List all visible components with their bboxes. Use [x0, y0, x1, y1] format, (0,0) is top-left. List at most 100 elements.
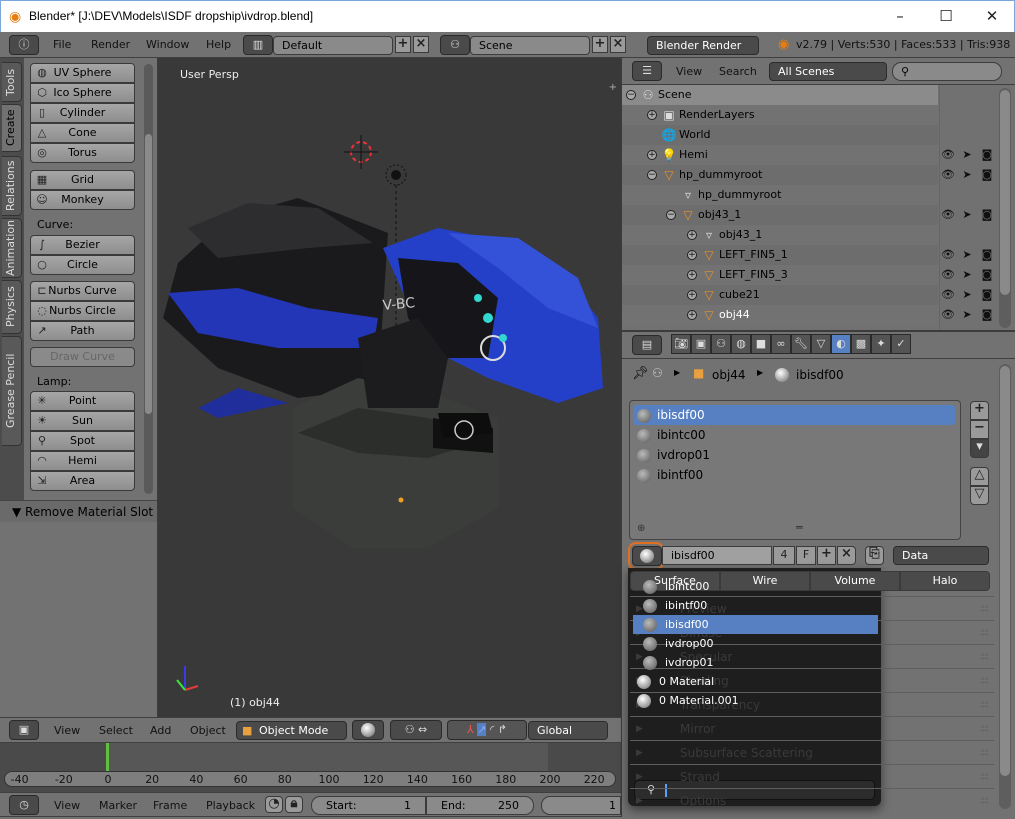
- menu-marker[interactable]: Marker: [99, 793, 137, 819]
- operator-panel-header[interactable]: ▼ Remove Material Slot: [0, 500, 157, 522]
- tab-render-layers[interactable]: ▣: [691, 334, 711, 354]
- drag-grip-icon[interactable]: ::::: [980, 645, 989, 669]
- grid-button[interactable]: ▦ Grid: [30, 170, 135, 190]
- tab-tools[interactable]: Tools: [2, 62, 22, 102]
- browse-material-button[interactable]: [632, 546, 662, 566]
- select-arrow-icon[interactable]: ➤: [960, 308, 974, 322]
- popup-material-item[interactable]: 0 Material: [633, 672, 878, 691]
- tab-modifiers[interactable]: 🔧︎: [791, 334, 811, 354]
- area-button[interactable]: ⇲ Area: [30, 471, 135, 491]
- material-link-dropdown[interactable]: Data: [893, 546, 989, 565]
- render-camera-icon[interactable]: ◙: [980, 288, 994, 302]
- ico-sphere-button[interactable]: ⬡ Ico Sphere: [30, 83, 135, 103]
- popup-material-item[interactable]: ibintf00: [633, 596, 878, 615]
- expand-icon[interactable]: +: [687, 230, 697, 240]
- menu-object[interactable]: Object: [190, 718, 226, 744]
- menu-file[interactable]: File: [53, 32, 71, 58]
- render-camera-icon[interactable]: ◙: [980, 248, 994, 262]
- add-screen-button[interactable]: +: [395, 36, 411, 53]
- circle-button[interactable]: ○ Circle: [30, 255, 135, 275]
- spot-button[interactable]: ⚲ Spot: [30, 431, 135, 451]
- outliner-search-input[interactable]: ⚲: [892, 62, 1002, 81]
- monkey-button[interactable]: ☺ Monkey: [30, 190, 135, 210]
- tab-data[interactable]: ▽: [811, 334, 831, 354]
- unlink-material-button[interactable]: ×: [837, 546, 856, 565]
- panel-strand[interactable]: ▶ Strand::::: [630, 764, 994, 788]
- outliner-row-cube21[interactable]: + ▽ cube21: [622, 285, 938, 305]
- outliner-row-left-fin5-3[interactable]: + ▽ LEFT_FIN5_3: [622, 265, 938, 285]
- tab-object[interactable]: ■: [751, 334, 771, 354]
- expand-icon[interactable]: +: [647, 150, 657, 160]
- current-frame-field[interactable]: 1: [541, 796, 621, 815]
- expand-icon[interactable]: +: [647, 110, 657, 120]
- 3d-viewport[interactable]: User Persp V-BC (1) obj44 +: [158, 58, 621, 717]
- render-camera-icon[interactable]: ◙: [980, 148, 994, 162]
- menu-render[interactable]: Render: [91, 32, 130, 58]
- editor-type-3d-view-button[interactable]: ▣: [9, 720, 39, 740]
- close-button[interactable]: ✕: [969, 1, 1015, 33]
- tab-physics[interactable]: Physics: [2, 280, 22, 334]
- drag-grip-icon[interactable]: ::::: [980, 789, 989, 813]
- eye-icon[interactable]: 👁︎: [941, 248, 955, 262]
- outliner-row-world[interactable]: 🌐 World: [622, 125, 938, 145]
- scene-icon[interactable]: ⚇: [440, 35, 470, 55]
- eye-icon[interactable]: 👁︎: [941, 308, 955, 322]
- material-slot[interactable]: ivdrop01: [633, 445, 955, 465]
- menu-view[interactable]: View: [676, 59, 702, 85]
- editor-type-timeline-button[interactable]: ◷: [9, 795, 39, 815]
- uv-sphere-button[interactable]: ◍ UV Sphere: [30, 63, 135, 83]
- select-arrow-icon[interactable]: ➤: [960, 268, 974, 282]
- menu-select[interactable]: Select: [99, 718, 133, 744]
- point-button[interactable]: ✳ Point: [30, 391, 135, 411]
- drag-grip-icon[interactable]: ::::: [980, 741, 989, 765]
- tool-shelf-scrollbar[interactable]: [144, 64, 153, 494]
- move-slot-up-button[interactable]: △: [970, 467, 989, 486]
- menu-view[interactable]: View: [54, 793, 80, 819]
- panel-subsurface-scattering[interactable]: ▶ Subsurface Scattering::::: [630, 740, 994, 764]
- material-name-field[interactable]: ibisdf00: [662, 546, 772, 565]
- editor-type-properties-button[interactable]: ▤: [632, 335, 662, 355]
- add-material-slot-button[interactable]: +: [970, 401, 989, 420]
- minimize-button[interactable]: –: [877, 1, 923, 33]
- properties-scrollbar[interactable]: [999, 364, 1011, 809]
- drag-grip-icon[interactable]: ::::: [980, 765, 989, 789]
- delete-scene-button[interactable]: ×: [610, 36, 626, 53]
- pivot-point-button[interactable]: ⚇ ⇔: [390, 720, 442, 740]
- collapse-icon[interactable]: −: [626, 90, 636, 100]
- material-users-count[interactable]: 4: [773, 546, 795, 565]
- tab-scene[interactable]: ⚇: [711, 334, 731, 354]
- select-arrow-icon[interactable]: ➤: [960, 288, 974, 302]
- popup-material-item[interactable]: 0 Material.001: [633, 691, 878, 710]
- maximize-button[interactable]: ☐: [923, 1, 969, 33]
- drag-grip-icon[interactable]: ::::: [980, 669, 989, 693]
- tab-create[interactable]: Create: [2, 104, 22, 152]
- tab-animation[interactable]: Animation: [2, 218, 22, 278]
- expand-icon[interactable]: +: [687, 290, 697, 300]
- end-frame-field[interactable]: End: 250: [426, 796, 534, 815]
- expand-icon[interactable]: +: [687, 310, 697, 320]
- select-arrow-icon[interactable]: ➤: [960, 148, 974, 162]
- collapse-icon[interactable]: −: [666, 210, 676, 220]
- tab-world[interactable]: ◍: [731, 334, 751, 354]
- screen-layout-icon[interactable]: ▥: [243, 35, 273, 55]
- material-slot[interactable]: ibintc00: [633, 425, 955, 445]
- render-engine-dropdown[interactable]: Blender Render: [647, 36, 759, 55]
- select-arrow-icon[interactable]: ➤: [960, 248, 974, 262]
- outliner-row-hemi[interactable]: + 💡 Hemi: [622, 145, 938, 165]
- popup-material-item[interactable]: ibintc00: [633, 577, 878, 596]
- viewport-shading-button[interactable]: [352, 720, 384, 740]
- material-slot[interactable]: ibintf00: [633, 465, 955, 485]
- copy-material-button[interactable]: ⎘: [865, 546, 884, 565]
- select-arrow-icon[interactable]: ➤: [960, 208, 974, 222]
- drag-grip-icon[interactable]: ::::: [980, 693, 989, 717]
- menu-window[interactable]: Window: [146, 32, 189, 58]
- menu-view[interactable]: View: [54, 718, 80, 744]
- current-frame-marker[interactable]: [106, 743, 109, 771]
- popup-material-item[interactable]: ibisdf00: [633, 615, 878, 634]
- tab-constraints[interactable]: ∞: [771, 334, 791, 354]
- tab-grease-pencil[interactable]: Grease Pencil: [2, 336, 22, 446]
- menu-add[interactable]: Add: [150, 718, 171, 744]
- bezier-button[interactable]: ∫ Bezier: [30, 235, 135, 255]
- pin-icon[interactable]: 📌︎: [632, 366, 649, 381]
- outliner-row-hp-dummyroot[interactable]: ▿ hp_dummyroot: [622, 185, 938, 205]
